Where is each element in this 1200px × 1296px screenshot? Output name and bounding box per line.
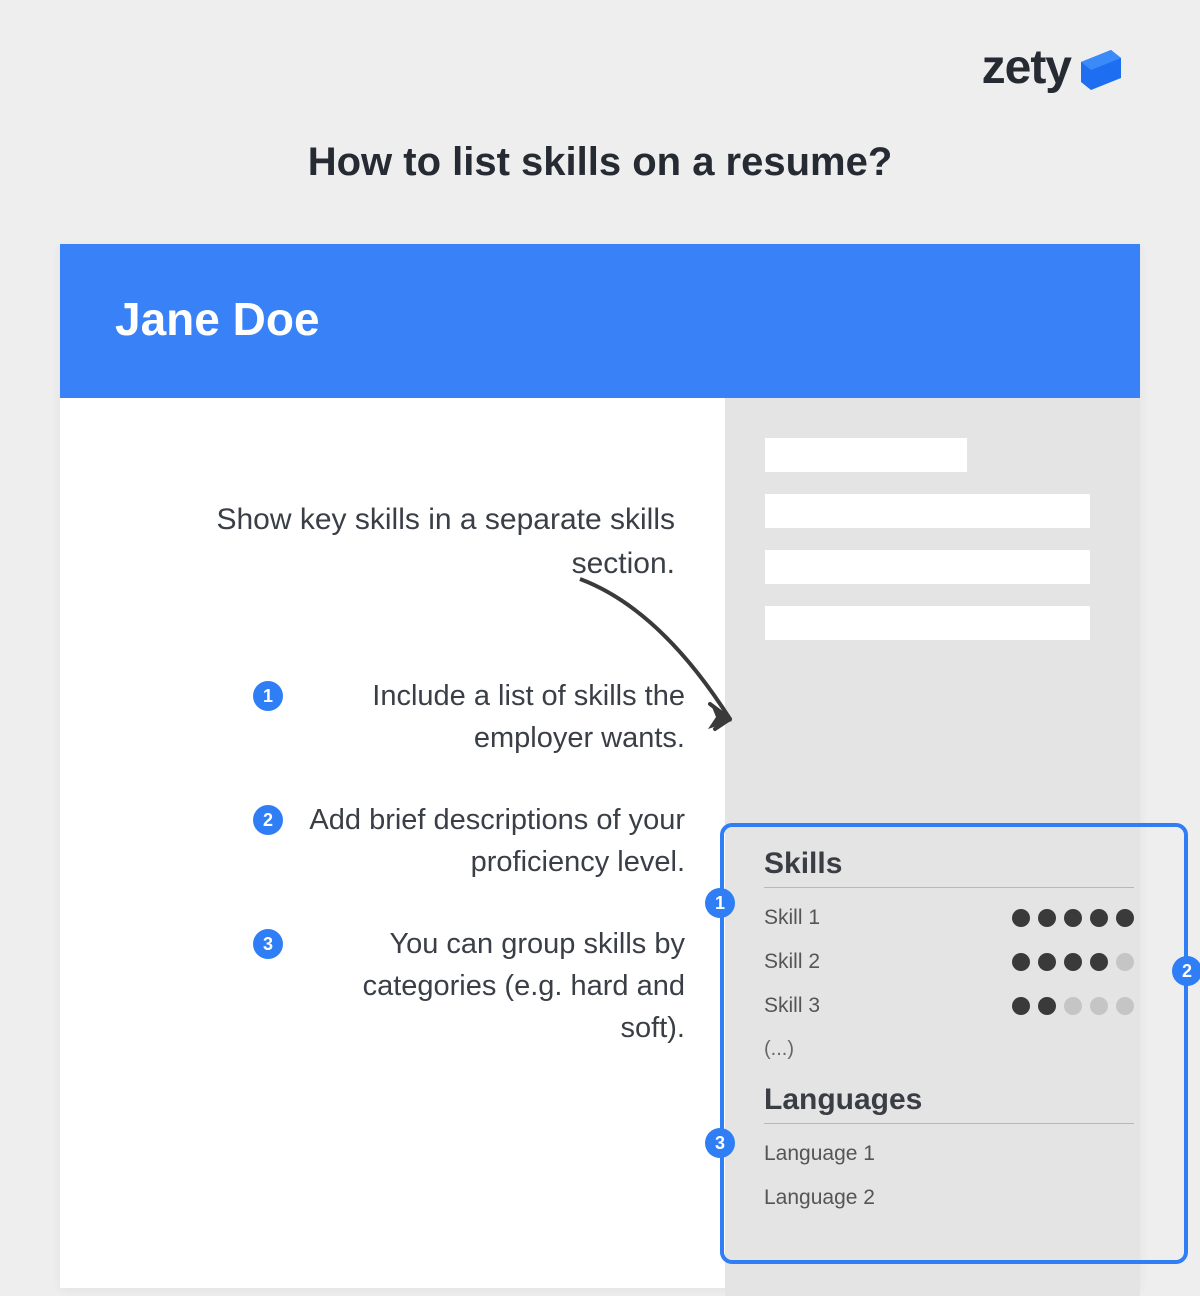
tip-item: 1 Include a list of skills the employer … bbox=[120, 675, 685, 759]
callout-badge: 2 bbox=[1172, 956, 1200, 986]
callout-badge: 3 bbox=[705, 1128, 735, 1158]
proficiency-dots bbox=[1012, 953, 1134, 971]
skill-name: Skill 2 bbox=[764, 950, 820, 974]
proficiency-dots bbox=[1012, 909, 1134, 927]
resume-body: Show key skills in a separate skills sec… bbox=[60, 398, 1140, 1296]
logo-text: zety bbox=[982, 40, 1071, 95]
skills-heading: Skills bbox=[764, 847, 1134, 888]
skill-name: Skill 3 bbox=[764, 994, 820, 1018]
placeholder-bar bbox=[765, 550, 1090, 584]
dot-icon bbox=[1116, 953, 1134, 971]
skills-highlight-box: Skills Skill 1 Skill 2 Skill 3 (...) Langu… bbox=[720, 823, 1188, 1264]
tip-item: 2 Add brief descriptions of your profici… bbox=[120, 799, 685, 883]
dot-icon bbox=[1012, 953, 1030, 971]
dot-icon bbox=[1064, 953, 1082, 971]
dot-icon bbox=[1090, 953, 1108, 971]
intro-text: Show key skills in a separate skills sec… bbox=[120, 498, 685, 585]
dot-icon bbox=[1116, 997, 1134, 1015]
placeholder-bar bbox=[765, 438, 967, 472]
skill-row: Skill 1 bbox=[764, 906, 1134, 930]
dot-icon bbox=[1064, 909, 1082, 927]
placeholder-bar bbox=[765, 606, 1090, 640]
resume-name: Jane Doe bbox=[115, 292, 1085, 346]
resume-sidebar: 1 2 3 Skills Skill 1Skill 2Skill 3 (...)… bbox=[725, 398, 1140, 1296]
language-row: Language 2 bbox=[764, 1186, 1134, 1210]
dot-icon bbox=[1064, 997, 1082, 1015]
resume-header: Jane Doe bbox=[60, 244, 1140, 398]
tips-column: Show key skills in a separate skills sec… bbox=[60, 398, 725, 1296]
tip-text: Add brief descriptions of your proficien… bbox=[305, 799, 685, 883]
dot-icon bbox=[1012, 909, 1030, 927]
dot-icon bbox=[1038, 997, 1056, 1015]
language-row: Language 1 bbox=[764, 1142, 1134, 1166]
tip-number-badge: 1 bbox=[253, 681, 283, 711]
dot-icon bbox=[1090, 997, 1108, 1015]
dot-icon bbox=[1012, 997, 1030, 1015]
logo-mark-icon bbox=[1077, 44, 1125, 92]
tips-list: 1 Include a list of skills the employer … bbox=[120, 675, 685, 1049]
resume-preview: Jane Doe Show key skills in a separate s… bbox=[60, 244, 1140, 1288]
tip-text: Include a list of skills the employer wa… bbox=[305, 675, 685, 759]
skill-row: Skill 3 bbox=[764, 994, 1134, 1018]
skill-name: Skill 1 bbox=[764, 906, 820, 930]
dot-icon bbox=[1116, 909, 1134, 927]
dot-icon bbox=[1038, 909, 1056, 927]
placeholder-bar bbox=[765, 494, 1090, 528]
dot-icon bbox=[1090, 909, 1108, 927]
tip-number-badge: 2 bbox=[253, 805, 283, 835]
languages-heading: Languages bbox=[764, 1083, 1134, 1124]
callout-badge: 1 bbox=[705, 888, 735, 918]
brand-logo: zety bbox=[982, 40, 1125, 95]
ellipsis-text: (...) bbox=[764, 1038, 1134, 1061]
tip-text: You can group skills by categories (e.g.… bbox=[305, 923, 685, 1049]
dot-icon bbox=[1038, 953, 1056, 971]
tip-item: 3 You can group skills by categories (e.… bbox=[120, 923, 685, 1049]
proficiency-dots bbox=[1012, 997, 1134, 1015]
page-title: How to list skills on a resume? bbox=[0, 140, 1200, 185]
skill-row: Skill 2 bbox=[764, 950, 1134, 974]
tip-number-badge: 3 bbox=[253, 929, 283, 959]
